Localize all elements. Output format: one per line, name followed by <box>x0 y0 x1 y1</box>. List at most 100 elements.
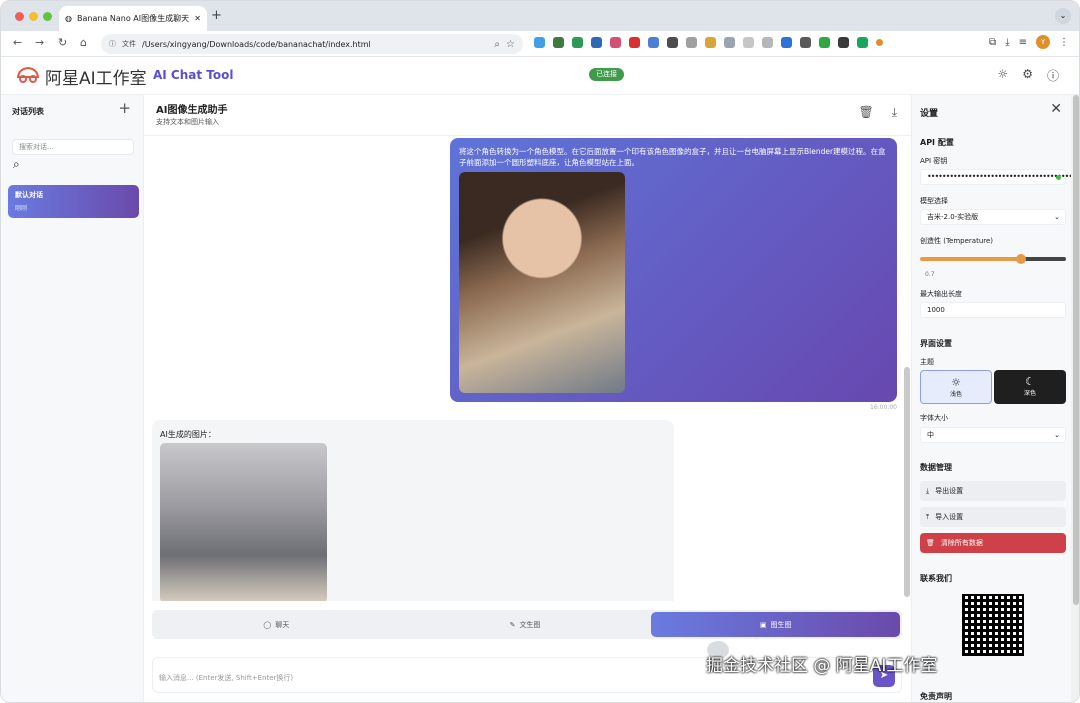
close-window-button[interactable] <box>15 12 24 21</box>
mode-text-to-image[interactable]: ✎ 文生图 <box>401 610 650 639</box>
model-select[interactable]: 吉米-2.0-实验版 ⌄ <box>920 209 1066 225</box>
extension-icon[interactable] <box>591 37 602 48</box>
assistant-message-text: AI生成的图片： <box>160 430 216 439</box>
theme-light-button[interactable]: ☼ 浅色 <box>920 370 992 404</box>
import-settings-button[interactable]: ⤒ 导入设置 <box>920 507 1066 527</box>
model-label: 模型选择 <box>920 197 948 205</box>
tab-search-button[interactable]: ⌄ <box>1055 8 1071 24</box>
help-icon[interactable]: ⓘ <box>1047 67 1059 84</box>
download-icon[interactable]: ⤓ <box>1005 37 1009 48</box>
home-icon[interactable]: ⌂ <box>80 36 87 49</box>
brand-name: 阿星AI工作室 <box>45 69 147 89</box>
extension-icon[interactable] <box>705 37 716 48</box>
close-tab-icon[interactable]: ✕ <box>194 14 201 23</box>
extension-icon[interactable] <box>800 37 811 48</box>
gear-icon[interactable]: ⚙ <box>1022 67 1033 84</box>
theme-dark-button[interactable]: ☾ 深色 <box>994 370 1066 404</box>
extension-icon[interactable] <box>724 37 735 48</box>
add-conversation-button[interactable]: + <box>118 99 131 117</box>
reading-list-icon[interactable]: ≡ <box>1019 37 1027 48</box>
edit-icon: ✎ <box>509 620 516 629</box>
qr-code <box>962 594 1024 656</box>
extension-icon[interactable] <box>686 37 697 48</box>
extension-icon[interactable] <box>553 37 564 48</box>
close-icon[interactable]: ✕ <box>1050 101 1062 117</box>
assistant-message: AI生成的图片： <box>152 420 674 601</box>
export-settings-button[interactable]: ⤓ 导出设置 <box>920 481 1066 501</box>
uploaded-photo[interactable] <box>459 172 625 393</box>
extension-icon[interactable] <box>819 37 830 48</box>
generated-image[interactable] <box>160 443 327 601</box>
chat-panel: AI图像生成助手 支持文本和图片输入 🗑 ⤓ 将这个角色转换为一个角色模型。在它… <box>144 95 911 702</box>
chat-icon: ◯ <box>263 620 272 629</box>
clear-data-button[interactable]: 🗑 清除所有数据 <box>920 533 1066 553</box>
zoom-icon[interactable]: ⌕ <box>494 39 500 50</box>
extension-icon[interactable] <box>534 37 545 48</box>
download-icon[interactable]: ⤓ <box>892 105 897 120</box>
message-list: 将这个角色转换为一个角色模型。在它后面放置一个印有该角色图像的盒子，并且让一台电… <box>144 135 911 601</box>
reload-icon[interactable]: ↻ <box>58 36 67 49</box>
address-bar[interactable]: ⓘ 文件 /Users/xingyang/Downloads/code/bana… <box>101 34 523 54</box>
extension-icon[interactable] <box>667 37 678 48</box>
extension-icon[interactable] <box>610 37 621 48</box>
user-message: 将这个角色转换为一个角色模型。在它后面放置一个印有该角色图像的盒子，并且让一台电… <box>450 138 897 402</box>
back-icon[interactable]: ← <box>13 36 22 49</box>
contact-section-title: 联系我们 <box>920 574 952 583</box>
chat-scrollbar[interactable] <box>904 367 910 597</box>
conversation-item[interactable]: 默认对话 刚刚 <box>8 185 139 218</box>
extension-icon[interactable] <box>838 37 849 48</box>
trash-icon: 🗑 <box>926 539 935 547</box>
temperature-value: 0.7 <box>925 271 935 278</box>
mode-label: 聊天 <box>275 620 290 629</box>
font-size-label: 字体大小 <box>920 414 948 422</box>
extension-icon[interactable] <box>629 37 640 48</box>
search-icon[interactable]: ⌕ <box>13 157 20 172</box>
model-value: 吉米-2.0-实验版 <box>927 213 979 221</box>
watermark: 掘金技术社区 @ 阿星AI工作室 <box>706 656 938 676</box>
extension-icon[interactable] <box>781 37 792 48</box>
max-tokens-input[interactable]: 1000 <box>920 302 1066 318</box>
mode-chat[interactable]: ◯ 聊天 <box>152 610 401 639</box>
slider-handle[interactable] <box>1016 254 1026 264</box>
api-key-label: API 密钥 <box>920 157 948 165</box>
extensions-puzzle-icon[interactable]: ⧉ <box>989 37 996 48</box>
mode-image-to-image[interactable]: ▣ 图生图 <box>651 612 901 637</box>
browser-tab[interactable]: ◍ Banana Nano AI图像生成聊天 ✕ <box>59 6 207 31</box>
api-key-field[interactable]: ••••••••••••••••••••••••••••••••••••••••… <box>920 169 1071 185</box>
more-menu-icon[interactable]: ⋮ <box>1059 37 1069 48</box>
extension-icon[interactable] <box>572 37 583 48</box>
forward-icon[interactable]: → <box>35 36 44 49</box>
clear-label: 清除所有数据 <box>940 539 983 547</box>
toolbar-actions: ⧉ ⤓ ≡ Y ⋮ <box>989 35 1069 49</box>
app-header: 阿星AI工作室 AI Chat Tool 已连接 ☼ ⚙ ⓘ <box>1 57 1079 95</box>
profile-avatar[interactable]: Y <box>1036 35 1050 49</box>
font-size-select[interactable]: 中 ⌄ <box>920 427 1066 443</box>
theme-dark-label: 深色 <box>1023 390 1036 397</box>
conversation-search-input[interactable]: 搜索对话... <box>12 139 134 155</box>
sun-icon[interactable]: ☼ <box>997 67 1008 84</box>
trash-icon[interactable]: 🗑 <box>858 105 873 120</box>
extension-icon[interactable] <box>876 39 883 46</box>
temperature-slider[interactable] <box>920 254 1066 264</box>
chevron-down-icon: ⌄ <box>1054 213 1060 221</box>
scrollbar-thumb[interactable] <box>1073 95 1079 605</box>
new-tab-button[interactable]: + <box>211 8 222 23</box>
extension-icon[interactable] <box>743 37 754 48</box>
upload-icon: ⤒ <box>926 512 930 521</box>
image-icon: ▣ <box>759 620 767 629</box>
globe-icon: ◍ <box>65 14 72 23</box>
theme-label: 主题 <box>920 358 934 366</box>
extension-icon[interactable] <box>857 37 868 48</box>
chat-subtitle: 支持文本和图片输入 <box>156 118 219 126</box>
download-icon: ⤓ <box>926 486 930 495</box>
extension-icon[interactable] <box>762 37 773 48</box>
settings-scrollbar[interactable] <box>1071 95 1079 702</box>
import-label: 导入设置 <box>935 513 964 521</box>
minimize-window-button[interactable] <box>29 12 38 21</box>
extension-icon[interactable] <box>648 37 659 48</box>
address-scheme-label: 文件 <box>122 40 136 48</box>
browser-window: ◍ Banana Nano AI图像生成聊天 ✕ + ⌄ ← → ↻ ⌂ ⓘ 文… <box>0 0 1080 703</box>
maximize-window-button[interactable] <box>43 12 52 21</box>
bookmark-star-icon[interactable]: ☆ <box>506 39 515 50</box>
address-text[interactable]: /Users/xingyang/Downloads/code/bananacha… <box>142 40 488 49</box>
